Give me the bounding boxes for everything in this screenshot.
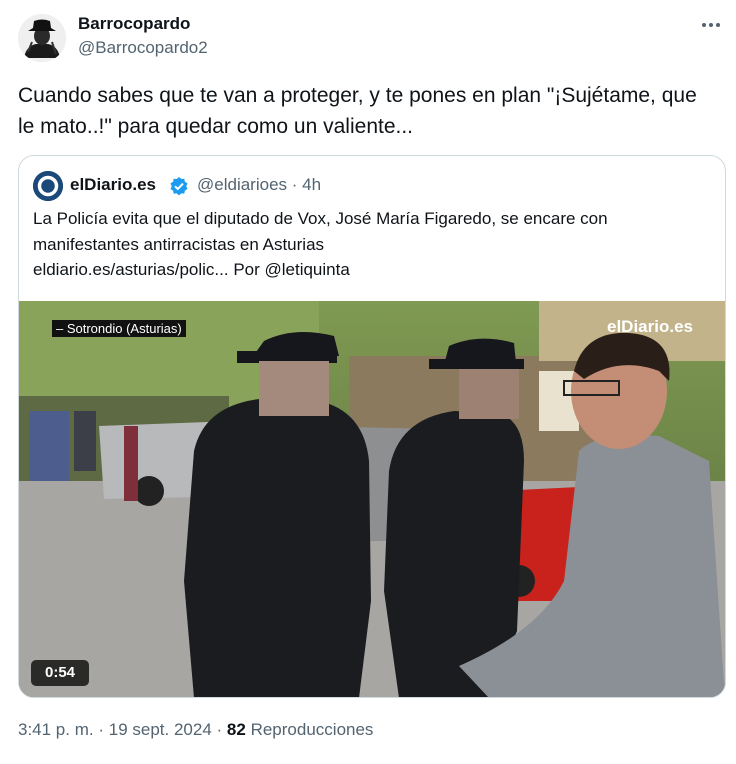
separator-dot: · — [216, 720, 223, 739]
quoted-timestamp[interactable]: 4h — [302, 175, 321, 194]
eldiario-logo-icon[interactable] — [33, 171, 63, 201]
verified-badge-icon — [169, 176, 189, 196]
views-label: Reproducciones — [250, 720, 374, 739]
quoted-text-line: La Policía evita que el diputado de Vox,… — [33, 209, 608, 228]
quoted-text-line: eldiario.es/asturias/polic... Por @letiq… — [33, 260, 350, 279]
quoted-text-line: manifestantes antirracistas en Asturias — [33, 234, 325, 254]
video-player[interactable]: – Sotrondio (Asturias) elDiario.es 0:54 — [19, 301, 725, 697]
quoted-tweet-header: elDiario.es @eldiarioes · 4h — [33, 170, 693, 202]
video-location-label: – Sotrondio (Asturias) — [52, 320, 186, 337]
more-options-icon[interactable] — [700, 14, 722, 36]
separator-dot: · — [98, 720, 105, 739]
tweet-metadata: 3:41 p. m. · 19 sept. 2024 · 82 Reproduc… — [18, 720, 373, 740]
tweet-time[interactable]: 3:41 p. m. — [18, 720, 94, 739]
views-count: 82 — [226, 720, 246, 739]
quoted-tweet[interactable]: elDiario.es @eldiarioes · 4h La Policía … — [18, 155, 726, 698]
video-duration-badge: 0:54 — [31, 660, 89, 686]
author-handle[interactable]: @Barrocopardo2 — [78, 38, 208, 58]
quoted-handle-time: @eldiarioes · 4h — [197, 175, 321, 195]
author-name[interactable]: Barrocopardo — [78, 14, 190, 34]
separator-dot: · — [291, 175, 298, 194]
tweet-header: Barrocopardo @Barrocopardo2 — [18, 10, 724, 66]
tweet-text: Cuando sabes que te van a proteger, y te… — [18, 84, 697, 138]
video-watermark: elDiario.es — [607, 317, 693, 336]
author-avatar[interactable] — [18, 14, 66, 62]
quoted-author-name[interactable]: elDiario.es — [70, 175, 156, 195]
video-frame — [19, 301, 725, 697]
quoted-tweet-text: La Policía evita que el diputado de Vox,… — [33, 206, 713, 283]
quoted-author-handle[interactable]: @eldiarioes — [197, 175, 287, 194]
tweet-date[interactable]: 19 sept. 2024 — [109, 720, 212, 739]
